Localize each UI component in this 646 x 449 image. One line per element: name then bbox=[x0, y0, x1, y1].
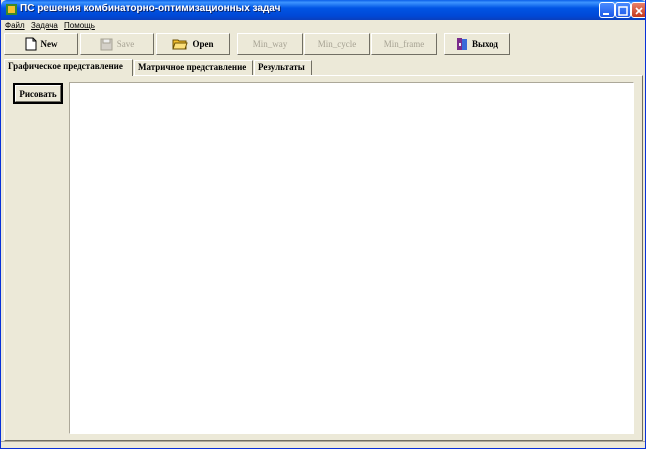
title-bar[interactable]: ПС решения комбинаторно-оптимизационных … bbox=[1, 0, 645, 20]
menu-file[interactable]: Файл bbox=[5, 21, 25, 30]
exit-button[interactable]: Выход bbox=[444, 33, 510, 55]
tab-graphical-view-label: Графическое представление bbox=[8, 61, 123, 71]
close-icon bbox=[635, 7, 643, 15]
tab-matrix-view[interactable]: Матричное представление bbox=[134, 60, 253, 75]
new-file-icon bbox=[25, 37, 36, 51]
draw-button[interactable]: Рисовать bbox=[13, 83, 63, 104]
maximize-button[interactable] bbox=[615, 2, 631, 18]
min-frame-button-label: Min_frame bbox=[383, 39, 425, 49]
draw-button-label: Рисовать bbox=[19, 88, 57, 99]
save-button[interactable]: Save bbox=[80, 33, 154, 55]
min-frame-button[interactable]: Min_frame bbox=[371, 33, 437, 55]
tab-results-label: Результаты bbox=[258, 62, 305, 72]
menu-task[interactable]: Задача bbox=[31, 21, 58, 30]
menu-bar: Файл Задача Помощь bbox=[1, 20, 645, 32]
min-cycle-button[interactable]: Min_cycle bbox=[304, 33, 370, 55]
tab-graphical-view[interactable]: Графическое представление bbox=[4, 59, 133, 76]
exit-door-icon bbox=[457, 38, 467, 50]
maximize-icon bbox=[618, 6, 628, 16]
window-title: ПС решения комбинаторно-оптимизационных … bbox=[20, 3, 281, 14]
close-button[interactable] bbox=[631, 2, 645, 18]
new-button[interactable]: New bbox=[4, 33, 78, 55]
exit-button-label: Выход bbox=[472, 39, 498, 49]
drawing-canvas[interactable] bbox=[69, 82, 634, 434]
tab-matrix-view-label: Матричное представление bbox=[138, 62, 247, 72]
floppy-disk-icon bbox=[100, 38, 113, 50]
min-way-button[interactable]: Min_way bbox=[237, 33, 303, 55]
min-way-button-label: Min_way bbox=[252, 39, 288, 49]
app-icon bbox=[6, 4, 17, 15]
tab-strip: Графическое представление Матричное пред… bbox=[1, 59, 645, 76]
tab-results[interactable]: Результаты bbox=[254, 60, 312, 75]
minimize-icon bbox=[603, 13, 609, 15]
toolbar: New Save Open Min_way Min_cycle Min_fram… bbox=[1, 33, 645, 55]
tab-panel-graphical: Рисовать bbox=[4, 75, 643, 441]
open-folder-icon bbox=[172, 39, 189, 50]
open-button-label: Open bbox=[192, 39, 214, 49]
min-cycle-button-label: Min_cycle bbox=[317, 39, 357, 49]
menu-help[interactable]: Помощь bbox=[64, 21, 95, 30]
minimize-button[interactable] bbox=[599, 2, 615, 18]
app-window: ПС решения комбинаторно-оптимизационных … bbox=[0, 0, 646, 449]
status-bar bbox=[1, 441, 645, 448]
new-button-label: New bbox=[40, 39, 58, 49]
open-button[interactable]: Open bbox=[156, 33, 230, 55]
save-button-label: Save bbox=[116, 39, 135, 49]
